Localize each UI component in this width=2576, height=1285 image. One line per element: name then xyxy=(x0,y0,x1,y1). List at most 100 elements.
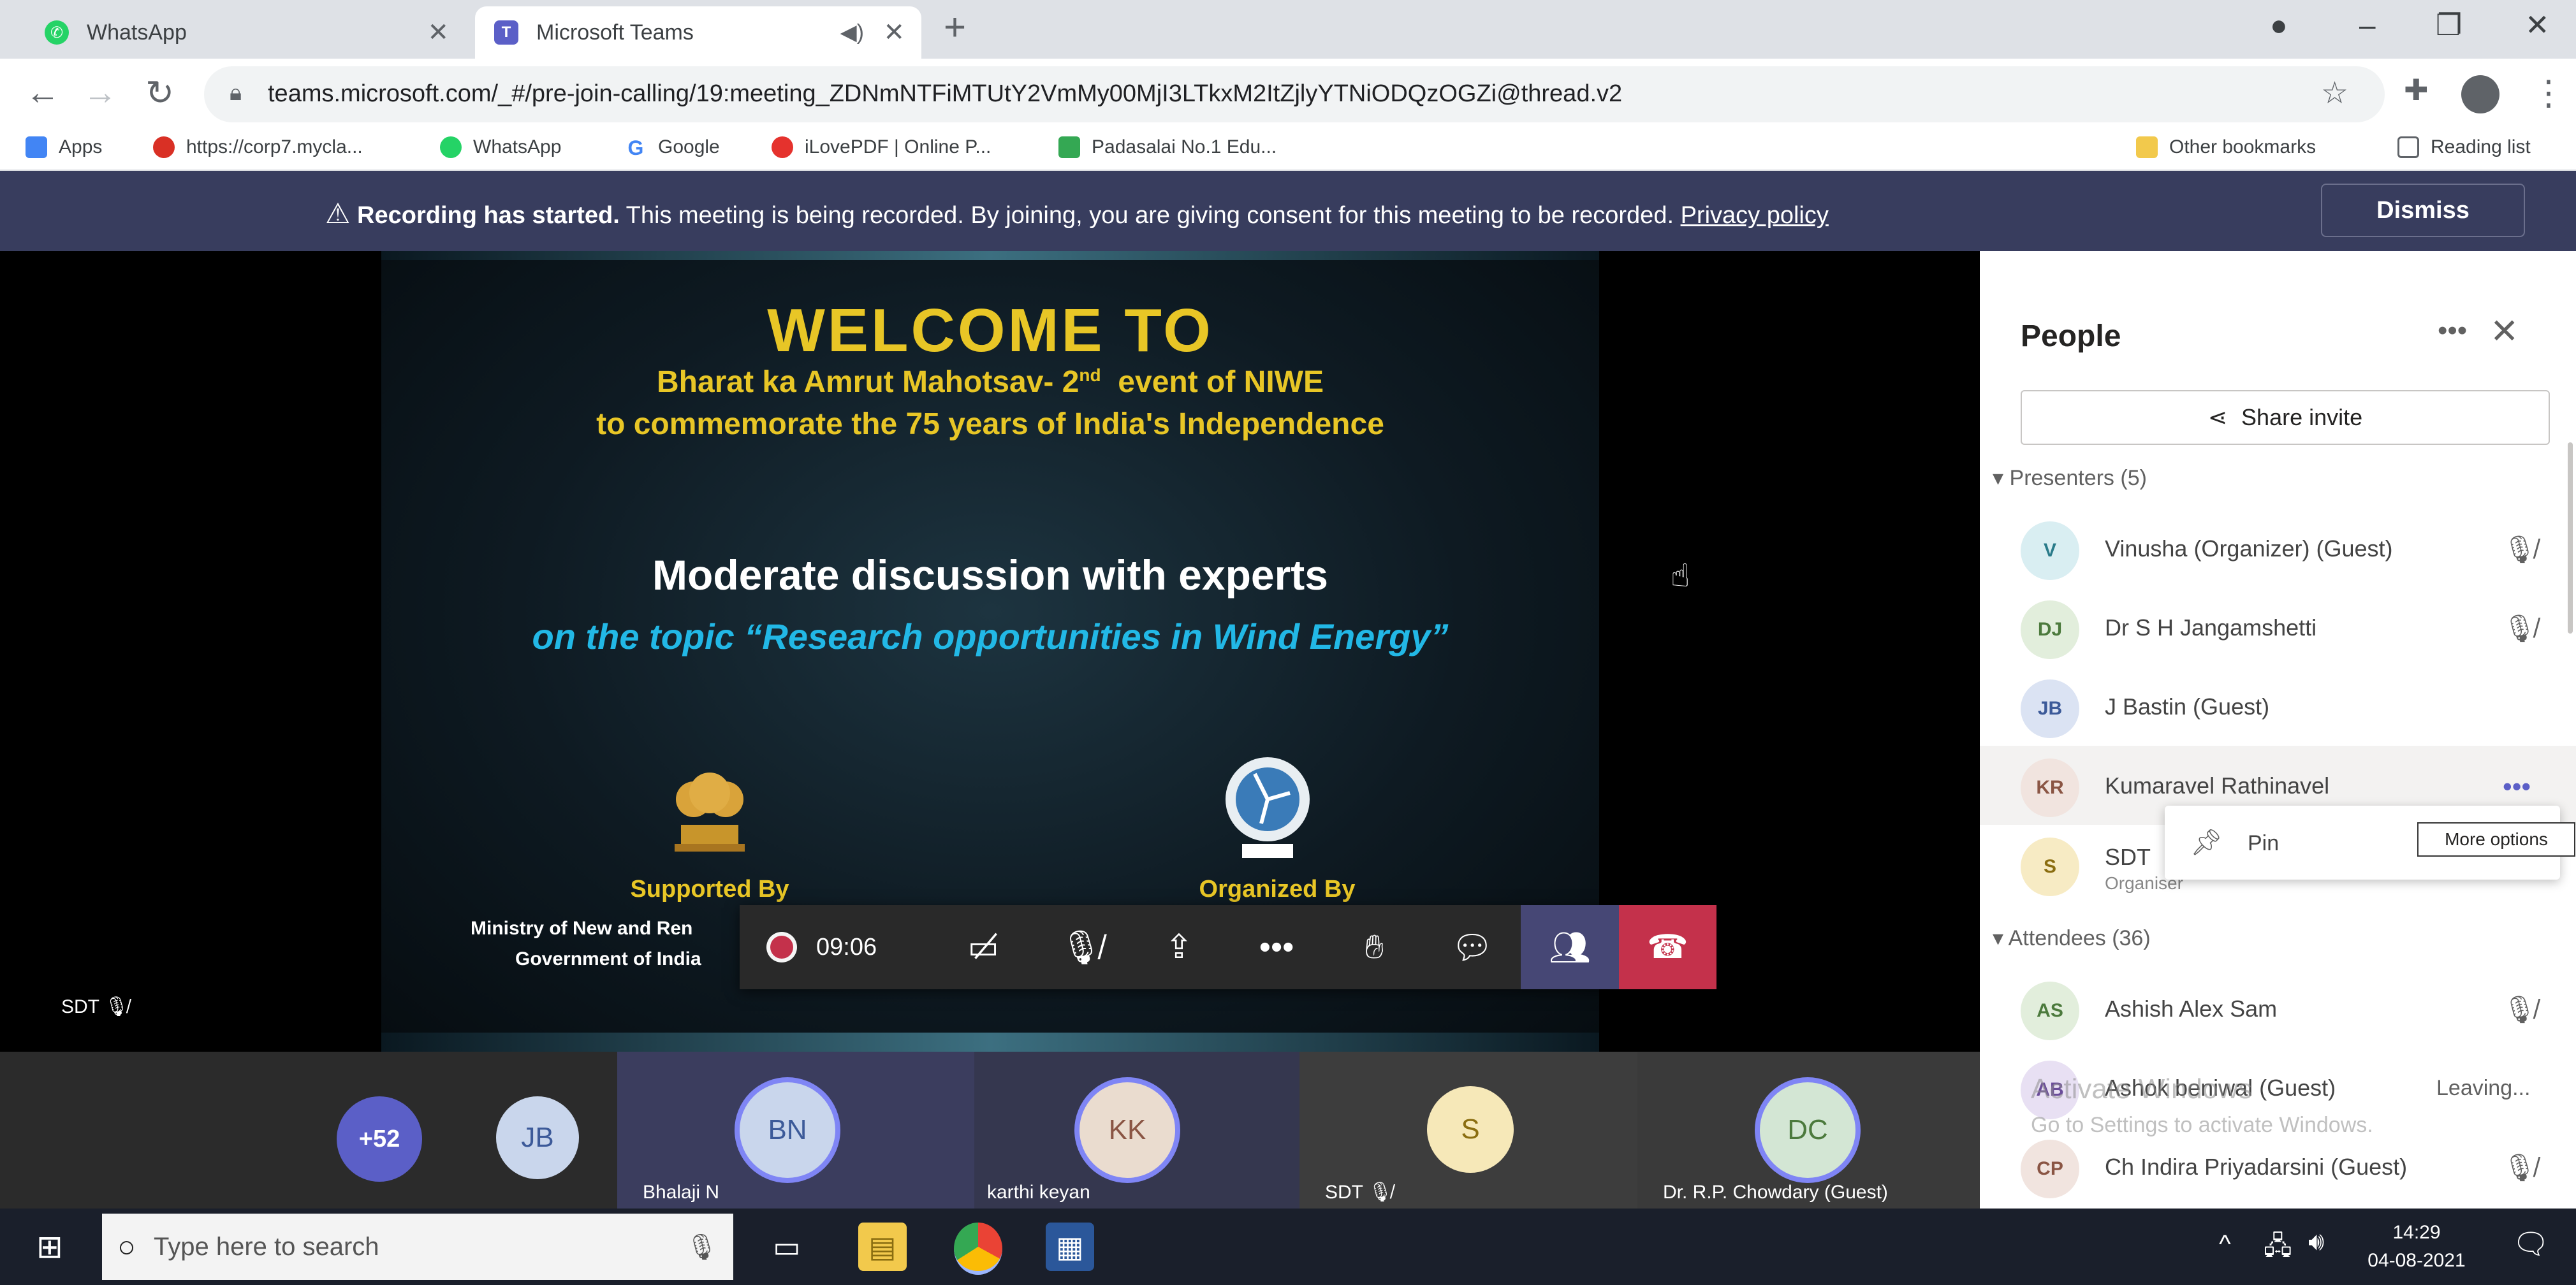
windows-taskbar: ⊞ ○ Type here to search 🎙︎ ▭ ▤ ▦ ^ 🖧︎ 🔊︎… xyxy=(0,1209,2576,1285)
panel-title: People xyxy=(2021,319,2121,353)
bookmark-other[interactable]: Other bookmarks xyxy=(2136,136,2316,158)
mic-off-icon: 🎙︎̸ xyxy=(2503,1152,2537,1182)
overflow-count[interactable]: +52 xyxy=(337,1096,422,1182)
search-placeholder: Type here to search xyxy=(154,1232,379,1261)
recording-timer: 09:06 xyxy=(740,905,934,989)
account-avatar[interactable] xyxy=(2461,75,2499,113)
activate-windows-watermark: Activate Windows xyxy=(2031,1073,2253,1105)
close-tab-icon[interactable]: ✕ xyxy=(883,18,905,47)
video-tile[interactable]: DC Dr. R.P. Chowdary (Guest) xyxy=(1637,1052,1980,1209)
hand-cursor-icon: ☝ xyxy=(1671,558,1690,593)
video-tile[interactable]: BN Bhalaji N xyxy=(617,1052,974,1209)
video-tile[interactable]: S SDT 🎙︎̸ xyxy=(1299,1052,1637,1209)
tab-title: Microsoft Teams xyxy=(536,20,694,45)
chat-icon: 💬︎ xyxy=(1451,929,1493,966)
panel-more-icon[interactable]: ••• xyxy=(2438,315,2467,347)
star-icon[interactable]: ☆ xyxy=(2321,75,2348,111)
slide-ministry-line2: Government of India xyxy=(515,948,701,969)
bookmark-google[interactable]: G Google xyxy=(625,136,720,159)
bookmark-apps[interactable]: Apps xyxy=(26,136,102,158)
new-tab-button[interactable]: + xyxy=(944,5,966,49)
bookmark-ilovepdf[interactable]: iLovePDF | Online P... xyxy=(772,136,991,158)
omnibox[interactable]: 🔒︎ teams.microsoft.com/_#/pre-join-calli… xyxy=(204,66,2385,122)
windows-start-icon[interactable]: ⊞ xyxy=(26,1223,74,1271)
close-window-button[interactable]: ✕ xyxy=(2525,8,2550,42)
people-panel: People ••• ✕ ⋖ Share invite ▾ Presenters … xyxy=(1980,251,2576,1209)
slide-event-line: Bharat ka Amrut Mahotsav- 2nd event of N… xyxy=(657,365,1324,399)
participant-row[interactable]: JB J Bastin (Guest) xyxy=(1980,667,2576,746)
chrome-icon[interactable] xyxy=(954,1223,1002,1275)
avatar: KK xyxy=(1079,1082,1175,1178)
chat-button[interactable]: 💬︎ xyxy=(1423,905,1521,989)
participant-row[interactable]: AS Ashish Alex Sam 🎙︎̸ xyxy=(1980,969,2576,1048)
task-view-icon[interactable]: ▭ xyxy=(763,1223,811,1271)
pin-menu-item[interactable]: Pin xyxy=(2248,831,2279,856)
close-icon[interactable]: ✕ xyxy=(2490,311,2519,351)
bookmark-corp7[interactable]: https://corp7.mycla... xyxy=(153,136,363,158)
network-icon[interactable]: 🖧︎ xyxy=(2264,1228,2292,1271)
file-explorer-icon[interactable]: ▤ xyxy=(858,1223,907,1271)
slide-ministry-line1: Ministry of New and Ren xyxy=(471,918,693,939)
people-icon: 👥︎ xyxy=(1549,929,1592,966)
ilovepdf-icon xyxy=(772,136,793,158)
reading-list[interactable]: Reading list xyxy=(2397,136,2531,158)
hang-up-icon: ☎︎ xyxy=(1646,929,1688,966)
national-emblem-icon xyxy=(675,773,745,852)
menu-icon[interactable]: ⋮ xyxy=(2531,73,2566,113)
share-content-button[interactable]: ⇪ xyxy=(1130,905,1227,989)
leave-call-button[interactable]: ☎︎ xyxy=(1618,905,1716,989)
raise-hand-button[interactable]: ✋︎ xyxy=(1326,905,1423,989)
reload-icon[interactable]: ↻ xyxy=(145,73,174,113)
show-participants-button[interactable]: 👥︎ xyxy=(1521,905,1619,989)
share-screen-icon: ⇪ xyxy=(1164,929,1193,966)
share-invite-button[interactable]: ⋖ Share invite xyxy=(2021,390,2550,445)
participant-name: Dr S H Jangamshetti xyxy=(2105,614,2317,641)
dismiss-button[interactable]: Dismiss xyxy=(2321,184,2525,237)
warning-icon: ⚠ xyxy=(325,198,351,229)
hand-icon: ✋︎ xyxy=(1365,928,1384,966)
more-options-icon[interactable]: ••• xyxy=(2503,771,2531,802)
camera-off-button[interactable]: ▭̸ xyxy=(934,905,1032,989)
app-window-icon[interactable]: ▦ xyxy=(1046,1223,1094,1271)
notifications-icon[interactable]: 🗨︎ xyxy=(2512,1226,2549,1261)
participant-row[interactable]: CP Ch Indira Priyadarsini (Guest) 🎙︎̸ xyxy=(1980,1127,2576,1206)
url-text[interactable]: teams.microsoft.com/_#/pre-join-calling/… xyxy=(268,80,1622,108)
tray-chevron-up-icon[interactable]: ^ xyxy=(2219,1230,2231,1259)
taskbar-clock[interactable]: 14:29 04-08-2021 xyxy=(2359,1219,2474,1275)
recording-banner: ⚠ Recording has started. This meeting is… xyxy=(0,171,2576,251)
tile-name: Dr. R.P. Chowdary (Guest) xyxy=(1663,1182,1888,1203)
presenters-header[interactable]: ▾ Presenters (5) xyxy=(1993,465,2147,491)
avatar[interactable]: JB xyxy=(496,1096,579,1179)
participant-row[interactable]: DJ Dr S H Jangamshetti 🎙︎̸ xyxy=(1980,588,2576,667)
mic-off-icon: 🎙︎̸ xyxy=(2503,994,2537,1024)
forward-icon[interactable]: → xyxy=(83,73,117,112)
close-tab-icon[interactable]: ✕ xyxy=(427,18,449,47)
search-circle-icon: ○ xyxy=(117,1230,136,1264)
avatar: AS xyxy=(2021,982,2079,1040)
bookmark-padasalai[interactable]: Padasalai No.1 Edu... xyxy=(1058,136,1277,158)
volume-icon[interactable]: 🔊︎ xyxy=(2308,1228,2324,1256)
privacy-policy-link[interactable]: Privacy policy xyxy=(1681,202,1829,229)
profile-icon[interactable]: ● xyxy=(2270,8,2288,42)
tab-microsoft-teams[interactable]: T Microsoft Teams ◀) ✕ xyxy=(475,6,921,59)
bookmark-whatsapp[interactable]: WhatsApp xyxy=(440,136,561,158)
participant-row[interactable]: V Vinusha (Organizer) (Guest) 🎙︎̸ xyxy=(1980,509,2576,588)
more-actions-button[interactable]: ••• xyxy=(1227,905,1325,989)
speaker-icon[interactable]: ◀) xyxy=(840,20,864,45)
pin-icon: 📌︎ xyxy=(2190,829,2223,857)
avatar: V xyxy=(2021,521,2079,580)
back-icon[interactable]: ← xyxy=(26,73,60,112)
panel-scrollbar[interactable] xyxy=(2568,442,2573,634)
tab-whatsapp[interactable]: ✆ WhatsApp ✕ xyxy=(26,6,465,59)
attendees-header[interactable]: ▾ Attendees (36) xyxy=(1993,926,2151,951)
taskbar-search[interactable]: ○ Type here to search 🎙︎ xyxy=(102,1214,733,1280)
extensions-icon[interactable]: ✚ xyxy=(2404,73,2429,107)
meeting-stage: WELCOME TO Bharat ka Amrut Mahotsav- 2nd… xyxy=(0,251,1980,1052)
mic-off-button[interactable]: 🎙︎̸ xyxy=(1032,905,1130,989)
ellipsis-icon: ••• xyxy=(1259,929,1294,966)
slide-commemorate-line: to commemorate the 75 years of India's I… xyxy=(596,407,1384,441)
activate-windows-subtext: Go to Settings to activate Windows. xyxy=(2031,1113,2373,1137)
minimize-button[interactable]: – xyxy=(2359,8,2376,42)
restore-button[interactable]: ❐ xyxy=(2436,8,2462,42)
video-tile[interactable]: KK karthi keyan xyxy=(974,1052,1299,1209)
